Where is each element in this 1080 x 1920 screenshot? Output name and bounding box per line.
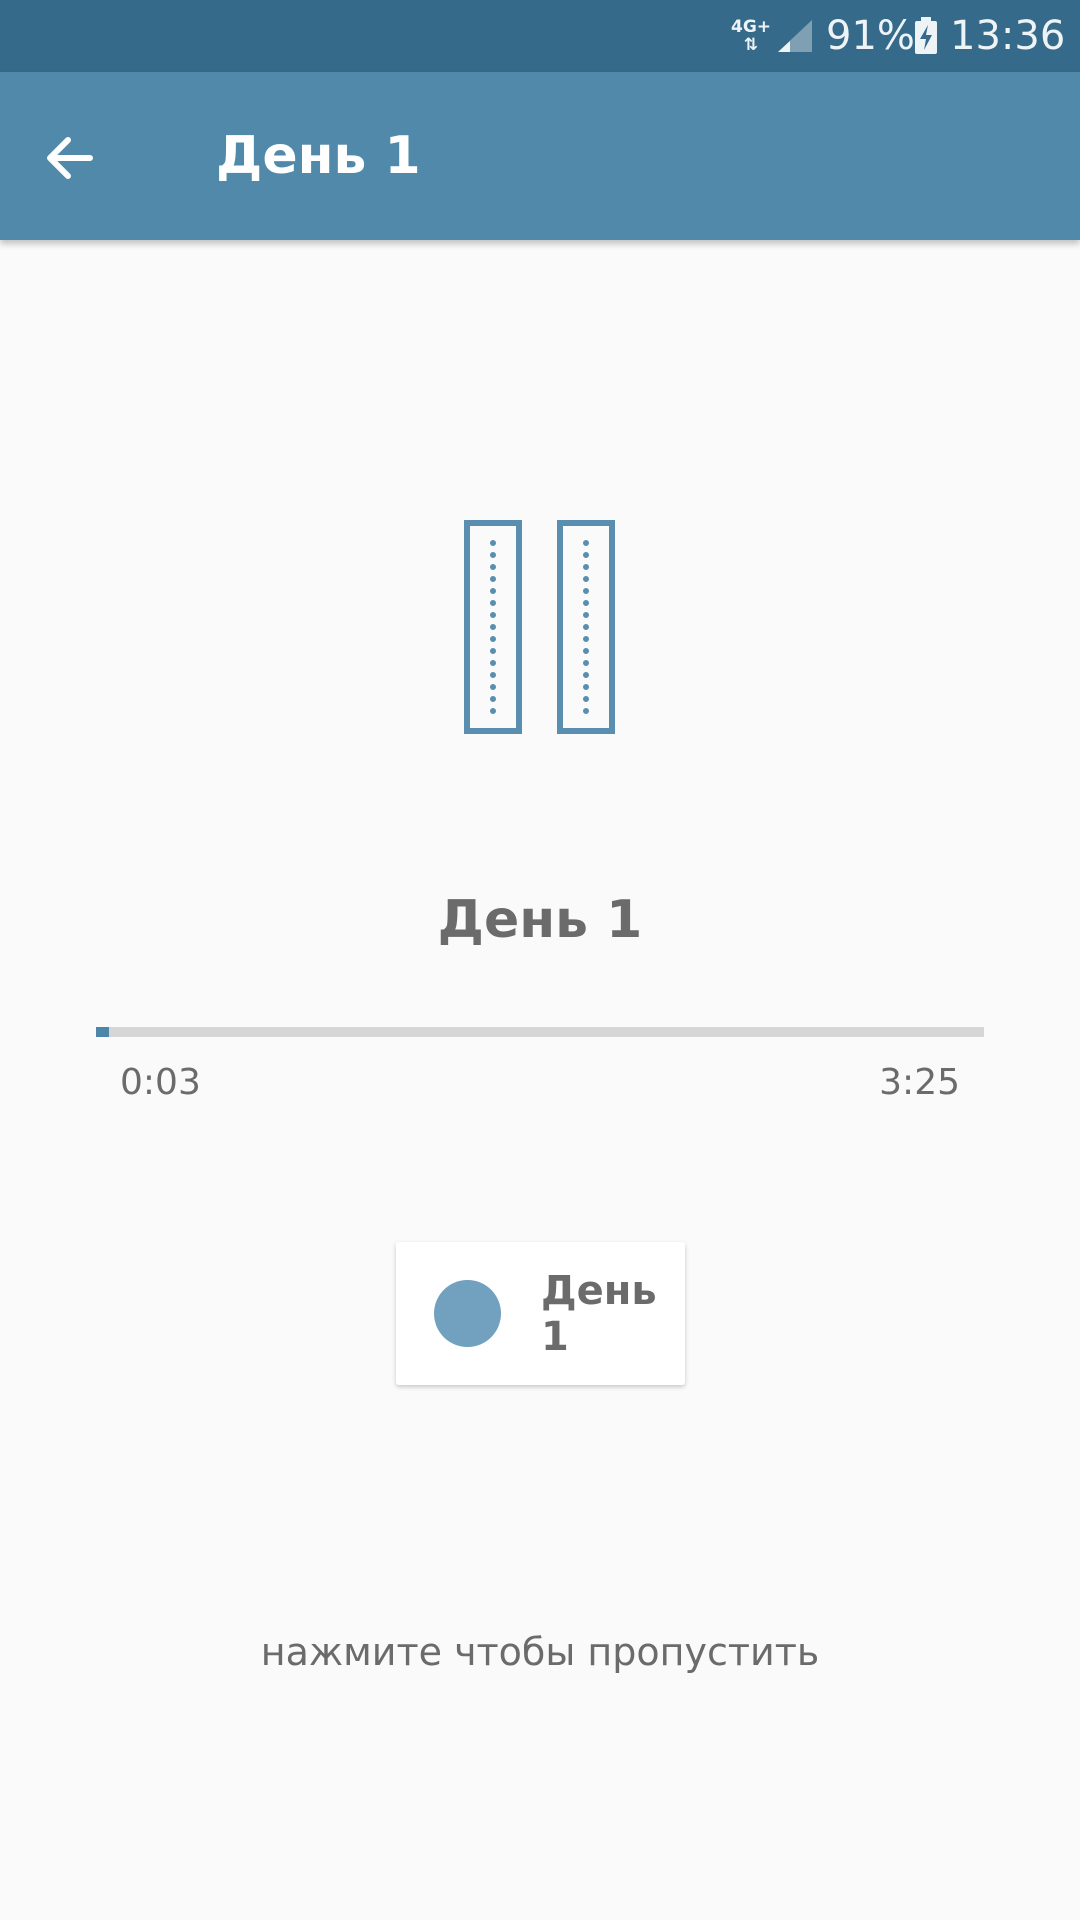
progress-bar[interactable] (96, 1027, 984, 1037)
clock: 13:36 (950, 13, 1066, 59)
network-type-label: 4G+ (730, 17, 772, 37)
track-title: День 1 (437, 890, 643, 950)
data-activity-icon: ⇅ (743, 35, 759, 55)
color-dot (434, 1280, 501, 1347)
back-button[interactable] (20, 110, 116, 206)
signal-icon (776, 0, 818, 72)
total-time: 3:25 (879, 1062, 960, 1103)
card-label: День 1 (541, 1267, 657, 1360)
elapsed-time: 0:03 (120, 1062, 201, 1103)
progress-fill (96, 1027, 110, 1037)
track-card[interactable]: День 1 (396, 1242, 685, 1385)
arrow-back-icon (47, 137, 93, 179)
battery-percent: 91% (826, 13, 915, 59)
pause-button[interactable] (456, 515, 626, 740)
battery-charging-icon (914, 0, 942, 72)
status-bar: 4G+ ⇅ 91% 13:36 (0, 0, 1080, 72)
skip-hint[interactable]: нажмите чтобы пропустить (0, 1630, 1080, 1674)
network-indicator: 4G+ ⇅ (728, 0, 774, 72)
pause-icon (464, 520, 615, 734)
page-title: День 1 (216, 126, 421, 186)
app-bar: День 1 (0, 72, 1080, 240)
